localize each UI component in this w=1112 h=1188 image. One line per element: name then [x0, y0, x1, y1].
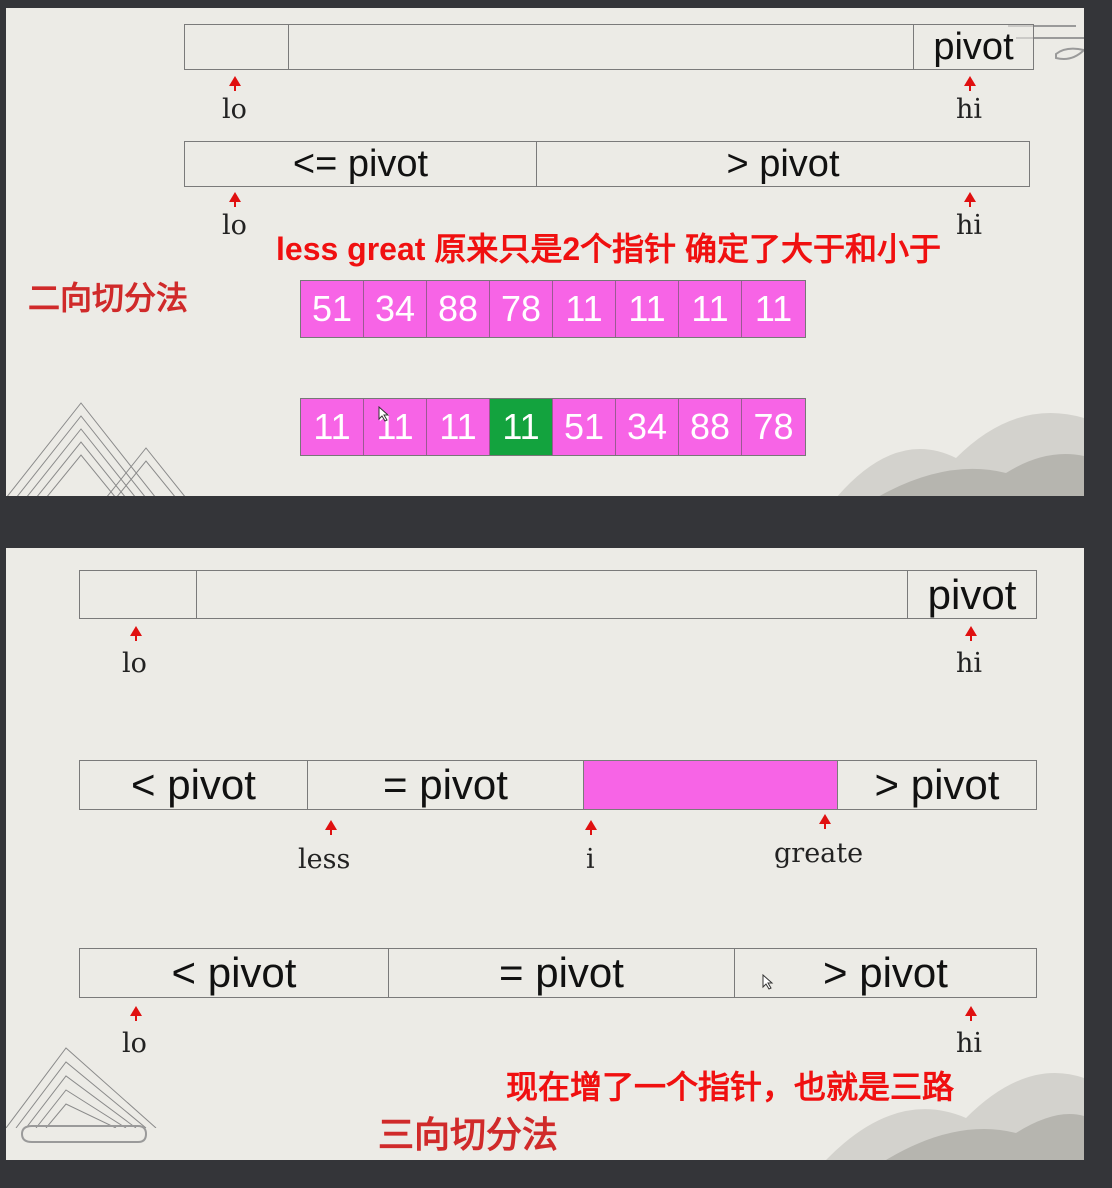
pointer-label-hi: hi [956, 1028, 983, 1059]
pointer-arrow-hi [965, 626, 977, 641]
bar-segment-gt-pivot: > pivot [823, 949, 948, 996]
array-cell: 11 [742, 281, 805, 337]
pointer-arrow-less [325, 820, 337, 835]
array-bar-partitioned: <= pivot > pivot [184, 141, 1030, 187]
bar-segment-lt-pivot: < pivot [80, 761, 308, 809]
array-cell: 11 [301, 399, 364, 455]
bar-segment-lo [80, 571, 197, 618]
mouse-cursor-icon [378, 406, 390, 422]
slide-two-way-partition: pivot lo hi <= pivot > pivot lo hi less … [6, 8, 1084, 496]
pointer-arrow-hi [964, 76, 976, 91]
pointer-label-lo: lo [122, 1028, 147, 1059]
bar-segment-le-pivot: <= pivot [185, 142, 537, 186]
pointer-arrow-i [585, 820, 597, 835]
mouse-cursor-icon [762, 974, 774, 990]
pointer-arrow-lo [130, 626, 142, 641]
array-cell: 11 [553, 281, 616, 337]
bar-segment-middle [197, 571, 908, 618]
bar-segment-lo [185, 25, 289, 69]
method-title-three-way: 三向切分法 [378, 1114, 559, 1156]
bar-segment-eq-pivot: = pivot [308, 761, 584, 809]
annotation-three-pointers: 现在增了一个指针，也就是三路 [506, 1069, 955, 1105]
bar-segment-middle [289, 25, 914, 69]
pointer-arrow-greate [819, 814, 831, 829]
slide-three-way-partition: pivot lo hi < pivot = pivot > pivot less… [6, 548, 1084, 1160]
bar-segment-eq-pivot: = pivot [389, 949, 735, 997]
pointer-label-lo: lo [222, 210, 247, 241]
pointer-arrow-lo [130, 1006, 142, 1021]
mountain-decoration-icon [6, 402, 186, 496]
annotation-two-pointers: less great 原来只是2个指针 确定了大于和小于 [276, 231, 942, 267]
array-cell-pivot: 11 [490, 399, 553, 455]
array-cell: 78 [490, 281, 553, 337]
pointer-label-i: i [586, 844, 595, 875]
array-bar-initial: pivot [184, 24, 1034, 70]
bar-segment-unprocessed [584, 761, 838, 809]
array-cell: 11 [427, 399, 490, 455]
array-cell: 11 [679, 281, 742, 337]
pointer-arrow-lo [229, 192, 241, 207]
array-bar-in-progress: < pivot = pivot > pivot [79, 760, 1037, 810]
array-cell: 78 [742, 399, 805, 455]
pointer-label-hi: hi [956, 648, 983, 679]
pointer-label-less: less [298, 844, 351, 875]
pointer-label-hi: hi [956, 94, 983, 125]
bar-segment-lt-pivot: < pivot [80, 949, 389, 997]
array-cell: 11 [616, 281, 679, 337]
pointer-label-hi: hi [956, 210, 983, 241]
array-bar-initial: pivot [79, 570, 1037, 619]
cloud-decoration-icon [20, 1125, 148, 1143]
pointer-label-lo: lo [122, 648, 147, 679]
array-before-partition: 51 34 88 78 11 11 11 11 [300, 280, 806, 338]
bar-segment-pivot: pivot [927, 570, 1017, 618]
bar-segment-pivot: pivot [933, 25, 1014, 68]
pointer-arrow-lo [229, 76, 241, 91]
method-title-two-way: 二向切分法 [28, 279, 189, 317]
array-cell: 88 [427, 281, 490, 337]
bar-segment-gt-pivot: > pivot [874, 761, 1000, 808]
landscape-decoration-icon [837, 413, 1084, 496]
pointer-arrow-hi [964, 192, 976, 207]
array-cell: 11 [364, 399, 427, 455]
array-cell: 88 [679, 399, 742, 455]
array-cell: 51 [301, 281, 364, 337]
pointer-arrow-hi [965, 1006, 977, 1021]
pointer-label-lo: lo [222, 94, 247, 125]
array-cell: 34 [364, 281, 427, 337]
array-cell: 34 [616, 399, 679, 455]
array-cell: 51 [553, 399, 616, 455]
array-bar-final: < pivot = pivot > pivot [79, 948, 1037, 998]
pointer-label-greate: greate [774, 838, 864, 869]
bar-segment-gt-pivot: > pivot [726, 142, 840, 185]
mountain-decoration-icon [6, 1047, 157, 1128]
array-after-partition: 11 11 11 11 51 34 88 78 [300, 398, 806, 456]
